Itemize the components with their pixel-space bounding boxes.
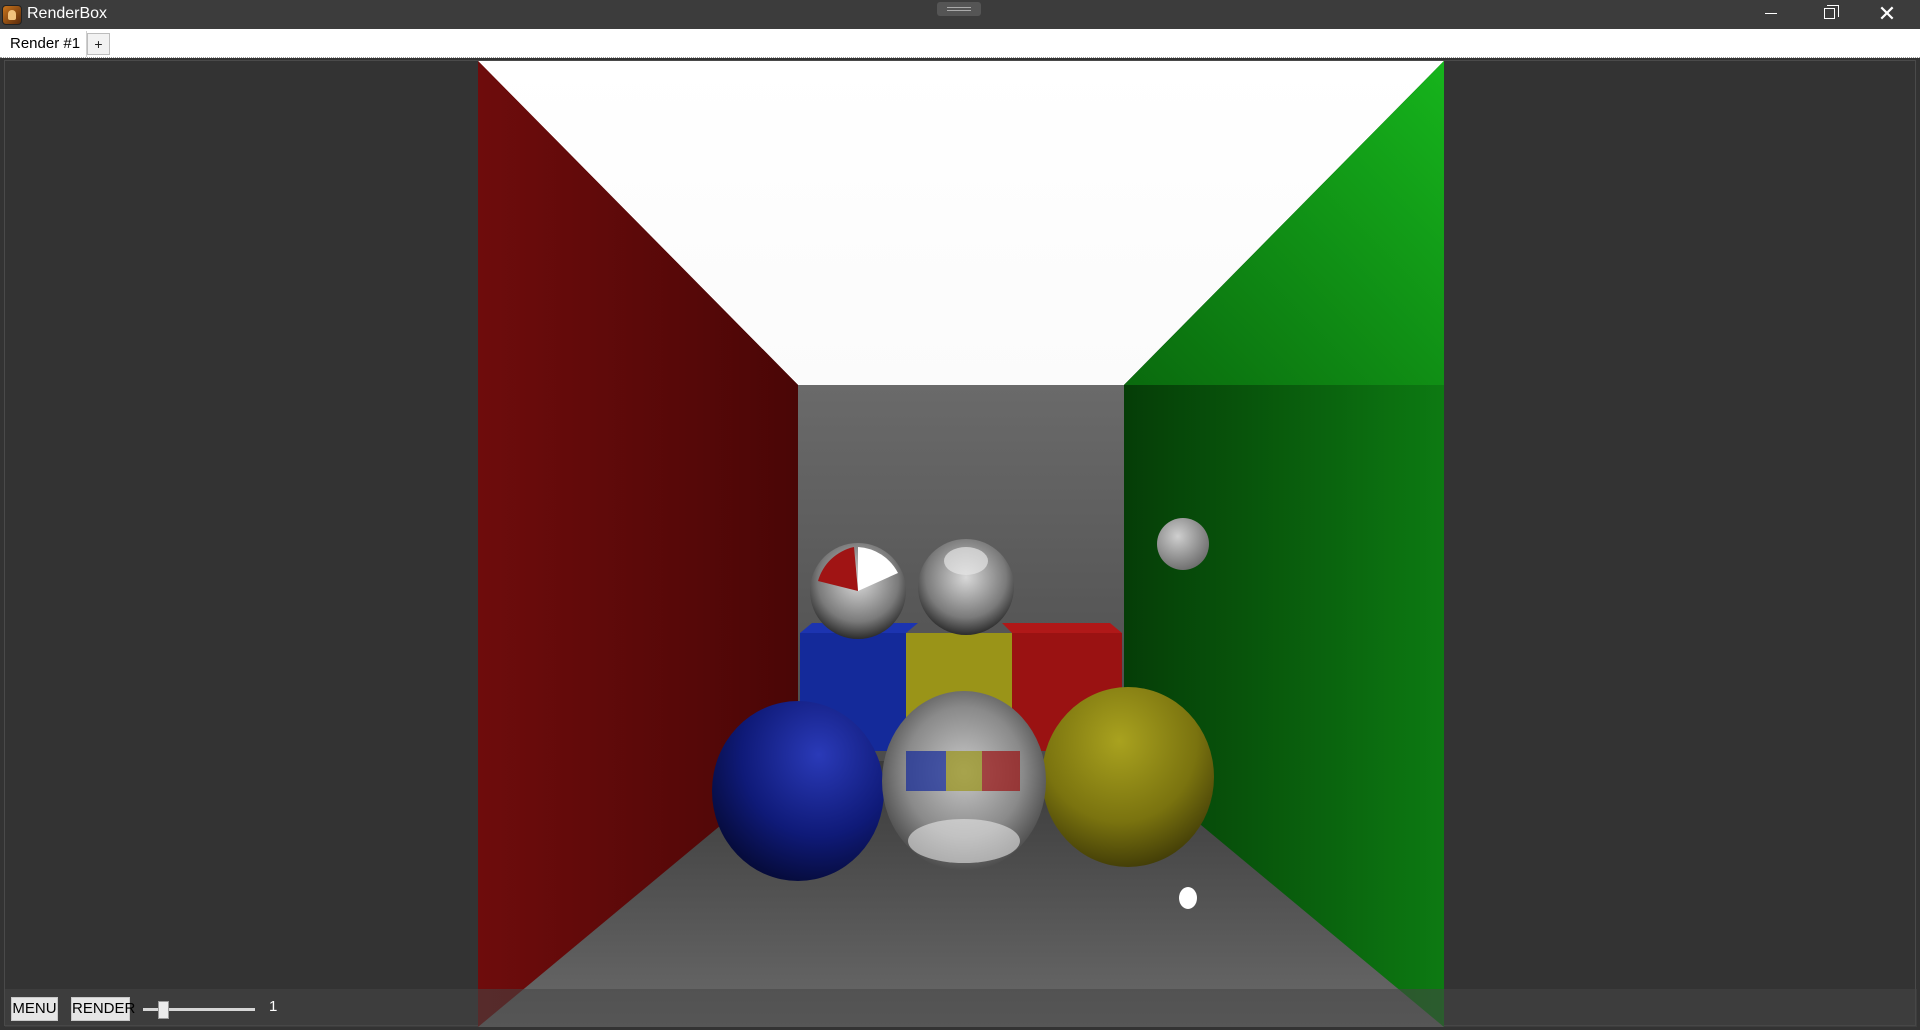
minimize-button[interactable] <box>1742 0 1800 29</box>
drag-handle-icon[interactable] <box>937 2 981 16</box>
blue-sphere <box>712 701 884 881</box>
render-viewport[interactable]: MENU RENDER 1 <box>4 60 1917 1027</box>
close-icon: ✕ <box>1877 1 1897 26</box>
app-icon <box>2 5 22 25</box>
add-tab-button[interactable]: + <box>87 33 110 55</box>
small-grey-sphere <box>1157 518 1209 570</box>
bottom-toolbar: MENU RENDER 1 <box>5 989 1917 1027</box>
minimize-icon <box>1765 13 1777 15</box>
tab-render-1[interactable]: Render #1 <box>4 31 88 57</box>
restore-icon <box>1823 5 1839 20</box>
floor-light-spot <box>1179 887 1197 909</box>
close-button[interactable]: ✕ <box>1858 0 1916 29</box>
window-title: RenderBox <box>27 5 108 22</box>
slider-value: 1 <box>269 998 278 1015</box>
rendered-image <box>478 61 1444 1027</box>
menu-button[interactable]: MENU <box>11 997 58 1021</box>
title-bar[interactable]: RenderBox ✕ <box>0 0 1920 29</box>
app-window: RenderBox ✕ Render #1 + MENU RENDER 1 <box>0 0 1920 1030</box>
samples-slider[interactable] <box>143 1001 255 1019</box>
slider-thumb[interactable] <box>158 1001 169 1019</box>
render-button[interactable]: RENDER <box>71 997 135 1021</box>
tab-bar: Render #1 + <box>0 29 1920 58</box>
maximize-button[interactable] <box>1800 0 1858 29</box>
yellow-sphere <box>1042 687 1214 867</box>
